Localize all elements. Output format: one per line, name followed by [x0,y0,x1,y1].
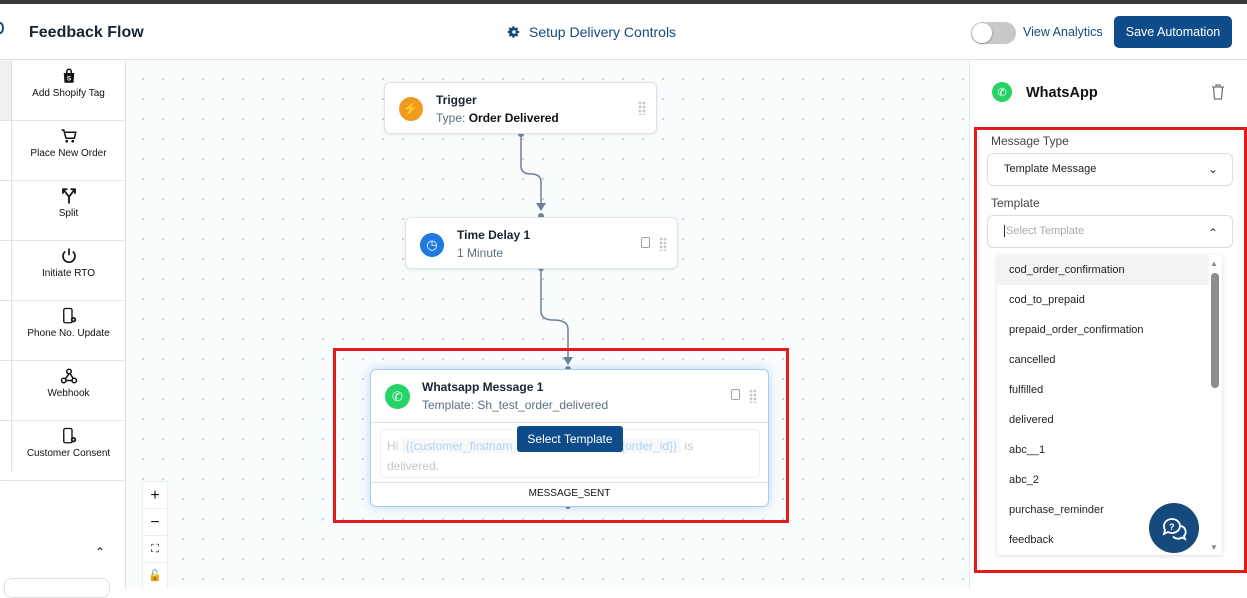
sidebar-item-add-shopify-tag[interactable]: S Add Shopify Tag [12,61,125,121]
copy-icon[interactable] [731,389,740,400]
drag-handle-icon[interactable] [659,237,667,251]
sidebar-item-split[interactable]: Split [12,181,125,241]
sidebar-item-label: Add Shopify Tag [32,88,105,99]
drag-handle-icon[interactable] [638,101,646,115]
select-template-button[interactable]: Select Template [517,426,623,452]
help-chat-button[interactable]: ? [1149,503,1199,553]
flow-canvas[interactable]: ⚡ Trigger Type: Order Delivered ◷ Time D… [127,61,969,589]
node-type-value: Order Delivered [468,111,559,125]
node-subtitle: Template: Sh_test_order_delivered [422,398,609,412]
sidebar-item-label: Customer Consent [26,448,111,459]
template-placeholder: Select Template [1004,225,1085,237]
time-delay-node[interactable]: ◷ Time Delay 1 1 Minute [405,217,678,269]
variable-chip: {{order_id}} [613,439,682,453]
message-type-select[interactable]: Template Message ⌄ [987,153,1233,186]
phone-gear-icon [12,307,125,325]
template-option[interactable]: cod_order_confirmation [997,255,1209,285]
template-option[interactable]: abc__1 [997,435,1209,465]
power-icon [12,247,125,265]
actions-sidebar: S Add Shopify Tag Place New Order Split … [0,61,126,598]
sidebar-item-phone-no-update[interactable]: Phone No. Update [12,301,125,361]
node-title: Trigger [436,93,477,107]
node-type-label: Type: [436,111,466,125]
edge-trigger-delay [520,134,542,209]
whatsapp-icon: ✆ [385,384,410,409]
whatsapp-message-node[interactable]: ✆ Whatsapp Message 1 Template: Sh_test_o… [370,369,769,507]
sidebar-item-customer-consent[interactable]: Customer Consent [12,421,125,481]
webhook-icon [12,367,125,385]
chevron-up-icon[interactable]: ⌃ [95,545,105,559]
message-type-label: Message Type [991,134,1069,148]
sidebar-item-label: Split [58,208,79,219]
shopify-bag-icon: S [12,67,125,85]
trigger-node[interactable]: ⚡ Trigger Type: Order Delivered [384,82,657,134]
sidebar-input[interactable] [4,578,110,598]
header: Feedback Flow Setup Delivery Controls Vi… [0,4,1247,60]
template-option[interactable]: abc_2 [997,465,1209,495]
panel-title: WhatsApp [1026,85,1098,101]
phone-gear-icon [12,427,125,445]
message-type-value: Template Message [1004,163,1097,175]
properties-panel: ✆ WhatsApp Message Type Template Message… [969,61,1247,589]
sidebar-left-column [0,61,12,481]
lightning-icon: ⚡ [399,97,423,121]
cart-icon [12,127,125,145]
arrow-head [536,203,546,211]
view-analytics-label[interactable]: View Analytics [1023,25,1103,39]
template-option[interactable]: delivered [997,405,1209,435]
sidebar-item-label: Place New Order [30,148,107,159]
template-option[interactable]: cancelled [997,345,1209,375]
copy-icon[interactable] [641,237,650,248]
clock-icon: ◷ [420,233,444,257]
zoom-out-button[interactable]: − [143,509,167,536]
message-sent-output: MESSAGE_SENT [371,482,768,506]
template-label: Template [991,196,1040,210]
chat-help-icon: ? [1162,518,1187,541]
sidebar-item-webhook[interactable]: Webhook [12,361,125,421]
setup-label: Setup Delivery Controls [529,24,677,40]
svg-text:?: ? [1169,522,1175,532]
view-analytics-toggle[interactable] [971,22,1016,44]
node-subtitle: 1 Minute [457,246,504,260]
whatsapp-icon: ✆ [992,82,1012,102]
chevron-down-icon: ⌄ [1207,162,1218,176]
variable-chip: {{customer_firstnam [401,439,517,453]
zoom-controls: + − ⛶ 🔓 [142,481,168,589]
lock-icon[interactable]: 🔓 [143,563,167,589]
scrollbar-thumb[interactable] [1211,273,1219,388]
logo [0,22,4,34]
fit-view-icon[interactable]: ⛶ [143,536,167,563]
drag-handle-icon[interactable] [749,389,757,403]
msg-text: Hi [387,439,399,453]
sidebar-item-place-new-order[interactable]: Place New Order [12,121,125,181]
msg-text: is [684,439,694,453]
setup-delivery-controls-link[interactable]: Setup Delivery Controls [507,24,676,40]
scrollbar[interactable]: ▲ ▼ [1209,255,1221,555]
split-icon [12,187,125,205]
sidebar-item-label: Phone No. Update [27,328,110,339]
node-title: Whatsapp Message 1 [422,380,544,394]
page-title: Feedback Flow [29,24,144,41]
template-option[interactable]: fulfilled [997,375,1209,405]
gear-icon [507,26,520,38]
msg-text: delivered. [387,459,440,473]
sidebar-item-initiate-rto[interactable]: Initiate RTO [12,241,125,301]
sidebar-item-label: Initiate RTO [42,268,95,279]
chevron-up-icon: ⌃ [1207,226,1218,240]
trash-icon[interactable] [1211,84,1225,100]
save-automation-button[interactable]: Save Automation [1114,16,1232,48]
sidebar-item-label: Webhook [47,388,90,399]
zoom-in-button[interactable]: + [143,482,167,509]
node-title: Time Delay 1 [457,228,531,242]
template-option[interactable]: prepaid_order_confirmation [997,315,1209,345]
template-select-input[interactable]: Select Template ⌃ [987,215,1233,248]
template-option[interactable]: cod_to_prepaid [997,285,1209,315]
svg-text:S: S [66,76,71,83]
